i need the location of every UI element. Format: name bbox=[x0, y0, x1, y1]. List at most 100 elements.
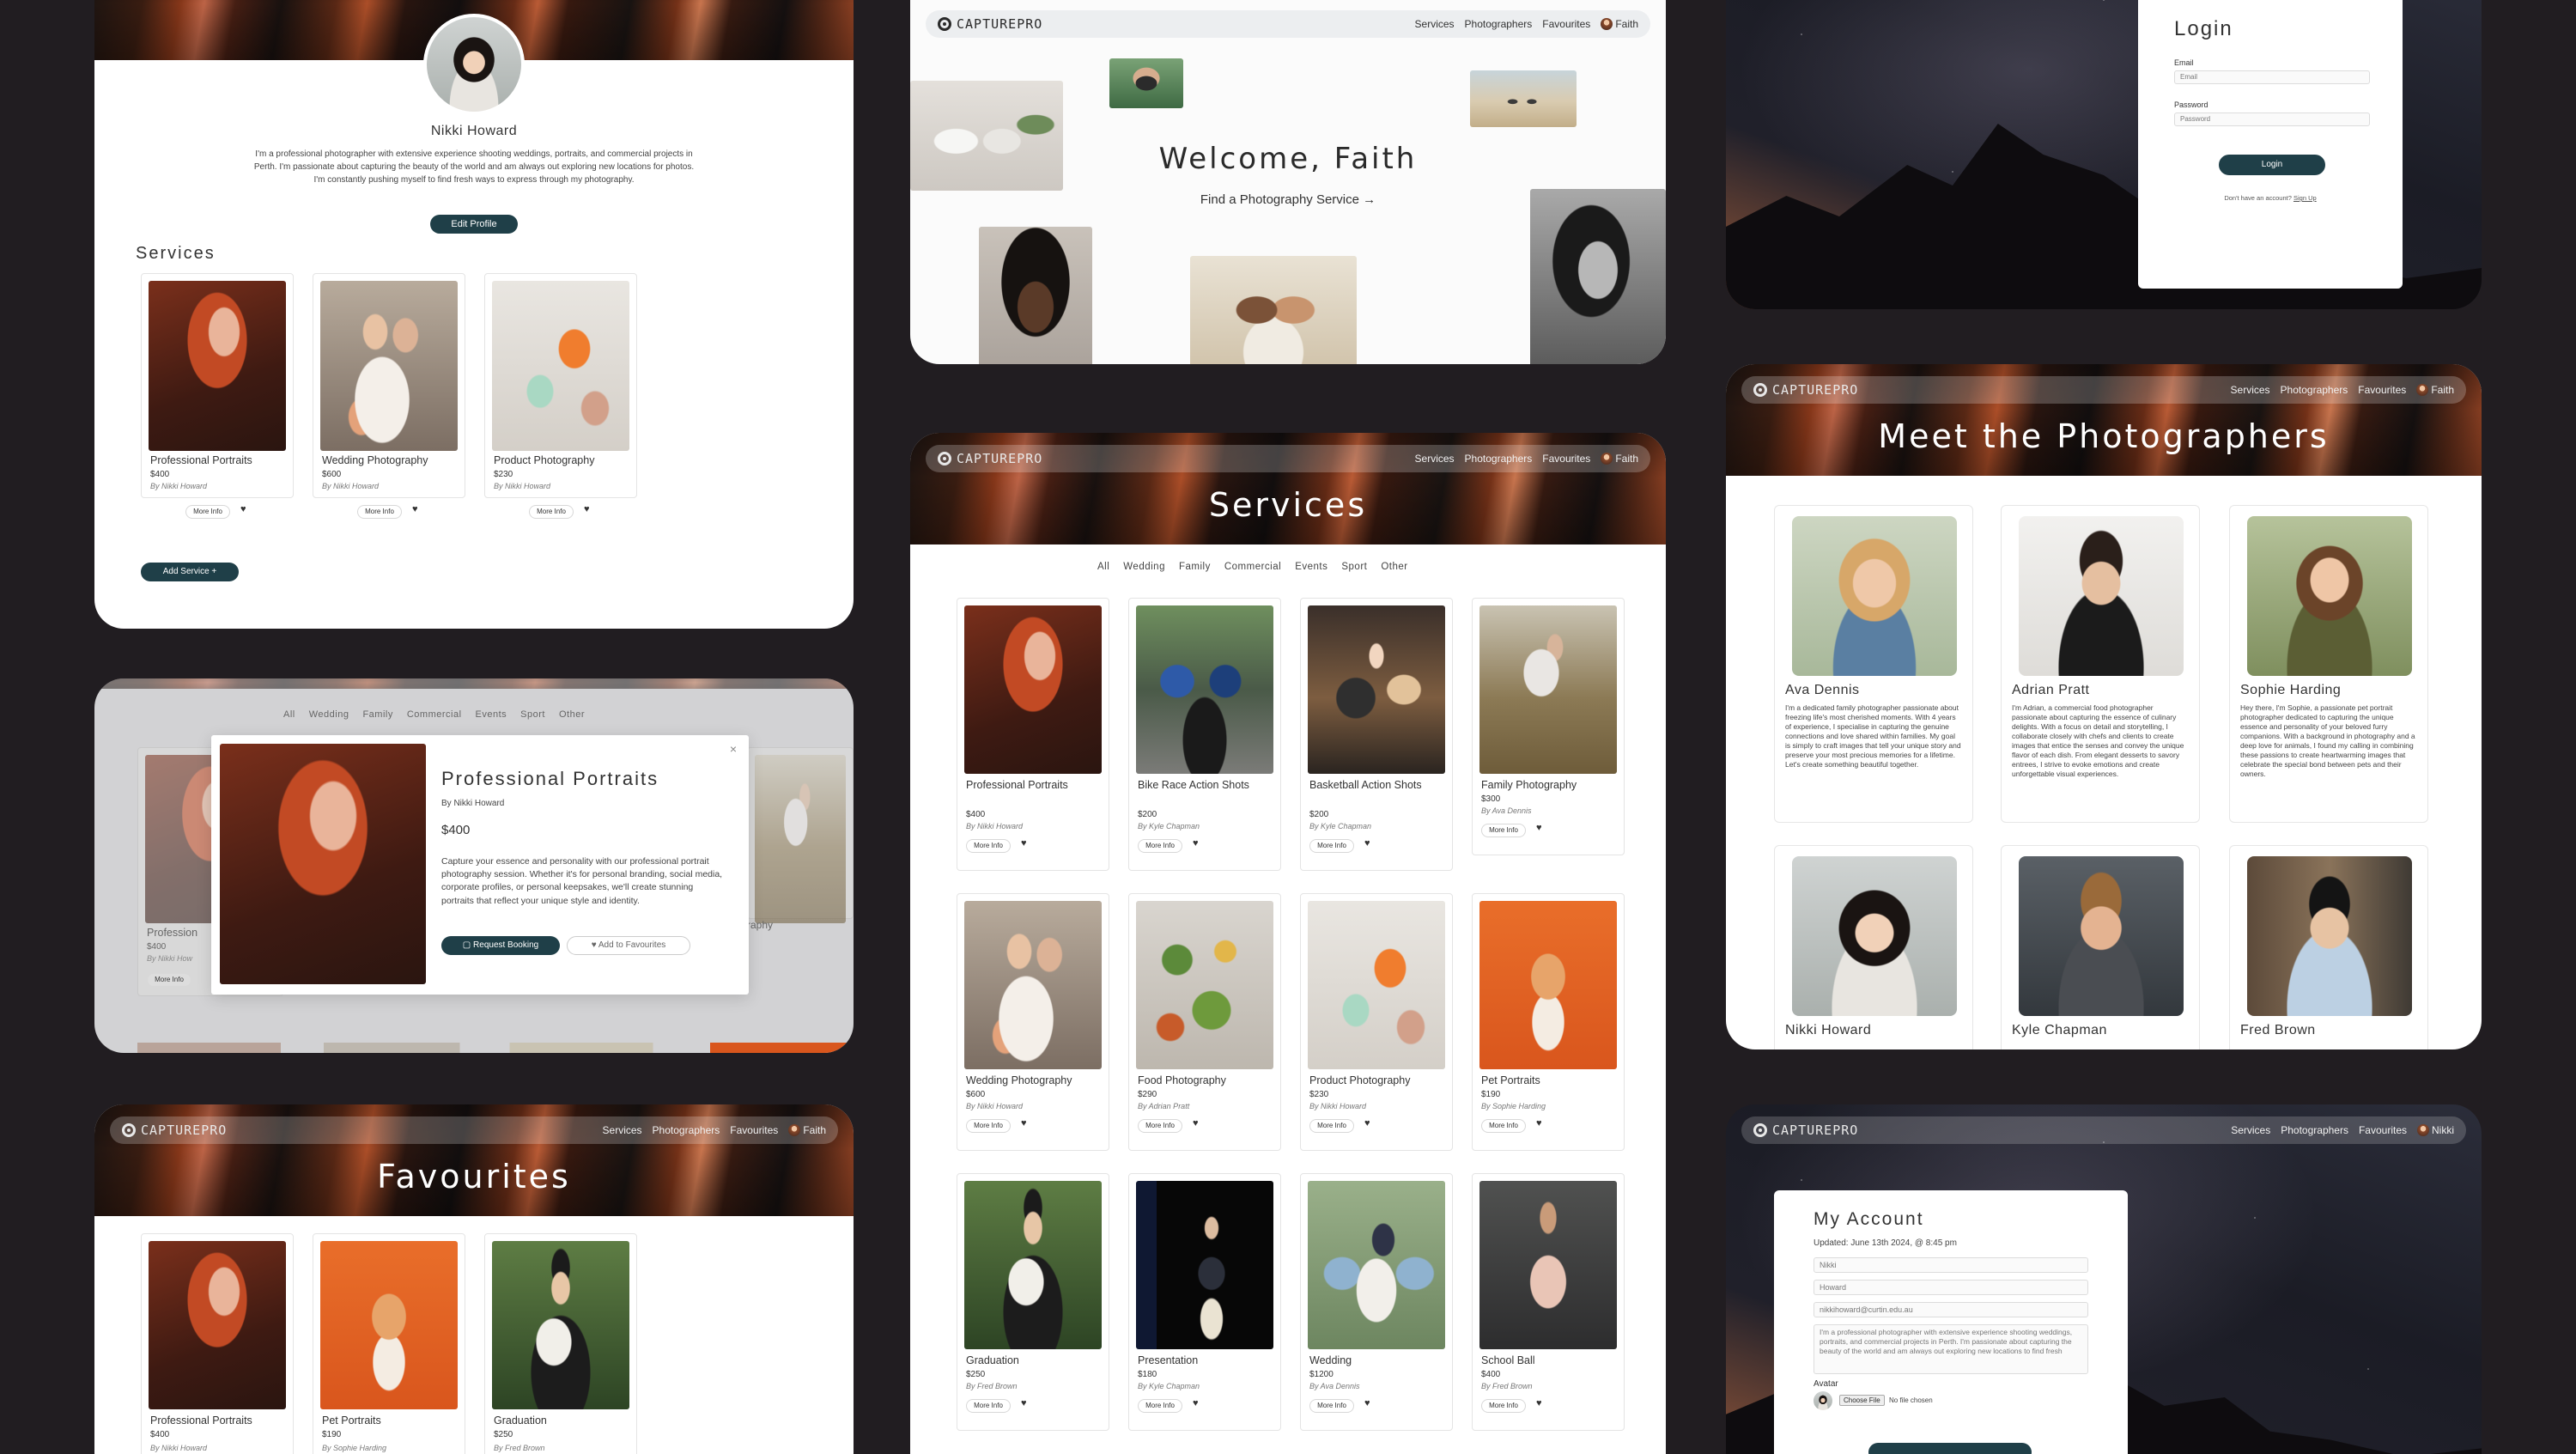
more-info-button[interactable]: More Info bbox=[966, 1399, 1011, 1413]
nav-user[interactable]: Faith bbox=[1601, 18, 1638, 31]
heart-icon[interactable]: ♥ bbox=[412, 504, 418, 514]
heart-icon[interactable]: ♥ bbox=[584, 504, 590, 514]
heart-icon[interactable]: ♥ bbox=[1021, 838, 1027, 849]
choose-file-button[interactable]: Choose File bbox=[1839, 1395, 1885, 1406]
more-info-button[interactable]: More Info bbox=[185, 505, 230, 519]
service-card[interactable]: School Ball $400 By Fred Brown More Info ♥ bbox=[1472, 1173, 1625, 1431]
more-info-button[interactable]: More Info bbox=[1309, 839, 1354, 853]
more-info-button[interactable]: More Info bbox=[966, 839, 1011, 853]
filter-item[interactable]: Family bbox=[1179, 562, 1211, 572]
more-info-button[interactable]: More Info bbox=[1309, 1119, 1354, 1133]
last-name-field[interactable]: Howard bbox=[1814, 1280, 2088, 1295]
favourite-card[interactable]: Pet Portraits $190 By Sophie Harding bbox=[313, 1233, 465, 1454]
service-card[interactable]: Professional Portraits $400 By Nikki Howar… bbox=[957, 598, 1109, 871]
profile-service-card[interactable]: Product Photography $230 By Nikki Howard bbox=[484, 273, 637, 498]
filter-item[interactable]: Other bbox=[1381, 562, 1407, 572]
filter-item[interactable]: Events bbox=[476, 709, 507, 720]
filter-item[interactable]: Wedding bbox=[309, 709, 349, 720]
service-card[interactable]: Pet Portraits $190 By Sophie Harding More I… bbox=[1472, 893, 1625, 1151]
service-card[interactable]: Basketball Action Shots $200 By Kyle Chapm… bbox=[1300, 598, 1453, 871]
more-info-button[interactable]: More Info bbox=[1309, 1399, 1354, 1413]
service-card[interactable]: Family Photography $300 By Ava Dennis More … bbox=[1472, 598, 1625, 855]
filter-item[interactable]: Commercial bbox=[407, 709, 462, 720]
more-info-button[interactable]: More Info bbox=[1481, 824, 1526, 837]
more-info-button[interactable]: More Info bbox=[1138, 839, 1182, 853]
filter-item[interactable]: Family bbox=[362, 709, 392, 720]
heart-icon[interactable]: ♥ bbox=[1364, 1118, 1370, 1129]
filter-item[interactable]: Commercial bbox=[1224, 562, 1281, 572]
service-card[interactable]: Graduation $250 By Fred Brown More Info ♥ bbox=[957, 1173, 1109, 1431]
heart-icon[interactable]: ♥ bbox=[1536, 1118, 1542, 1129]
service-card[interactable]: Product Photography $230 By Nikki Howard Mo… bbox=[1300, 893, 1453, 1151]
photographer-card[interactable]: Kyle Chapman bbox=[2001, 845, 2200, 1049]
nav-photographers[interactable]: Photographers bbox=[1465, 18, 1533, 30]
first-name-field[interactable]: Nikki bbox=[1814, 1257, 2088, 1273]
brand-logo[interactable]: CAPTUREPRO bbox=[122, 1122, 227, 1138]
filter-item[interactable]: Events bbox=[1295, 562, 1327, 572]
more-info-button[interactable]: More Info bbox=[1138, 1399, 1182, 1413]
find-service-link[interactable]: Find a Photography Service → bbox=[910, 192, 1666, 207]
favourite-card[interactable]: Graduation $250 By Fred Brown bbox=[484, 1233, 637, 1454]
nav-favourites[interactable]: Favourites bbox=[2359, 1124, 2407, 1136]
nav-services[interactable]: Services bbox=[2231, 384, 2270, 396]
photographer-card[interactable]: Sophie Harding Hey there, I'm Sophie, a p… bbox=[2229, 505, 2428, 823]
heart-icon[interactable]: ♥ bbox=[1193, 1398, 1199, 1408]
heart-icon[interactable]: ♥ bbox=[1364, 838, 1370, 849]
profile-service-card[interactable]: Wedding Photography $600 By Nikki Howard bbox=[313, 273, 465, 498]
photographer-card[interactable]: Nikki Howard bbox=[1774, 845, 1973, 1049]
heart-icon[interactable]: ♥ bbox=[1193, 1118, 1199, 1129]
filter-item[interactable]: Other bbox=[559, 709, 585, 720]
photographer-card[interactable]: Ava Dennis I'm a dedicated family photogr… bbox=[1774, 505, 1973, 823]
email-field[interactable]: nikkihoward@curtin.edu.au bbox=[1814, 1302, 2088, 1317]
nav-favourites[interactable]: Favourites bbox=[2358, 384, 2406, 396]
nav-photographers[interactable]: Photographers bbox=[653, 1124, 720, 1136]
heart-icon[interactable]: ♥ bbox=[1364, 1398, 1370, 1408]
nav-services[interactable]: Services bbox=[1415, 18, 1455, 30]
favourite-card[interactable]: Professional Portraits $400 By Nikki How… bbox=[141, 1233, 294, 1454]
filter-item[interactable]: Wedding bbox=[1123, 562, 1165, 572]
heart-icon[interactable]: ♥ bbox=[1021, 1118, 1027, 1129]
service-card[interactable]: Presentation $180 By Kyle Chapman More Info… bbox=[1128, 1173, 1281, 1431]
filter-item[interactable]: Sport bbox=[520, 709, 545, 720]
email-field[interactable]: Email bbox=[2174, 70, 2370, 84]
nav-favourites[interactable]: Favourites bbox=[1542, 453, 1590, 465]
nav-photographers[interactable]: Photographers bbox=[2281, 384, 2348, 396]
close-icon[interactable]: × bbox=[730, 742, 737, 756]
nav-user[interactable]: Nikki bbox=[2417, 1124, 2454, 1137]
edit-profile-button[interactable]: Edit Profile bbox=[430, 215, 518, 234]
service-card[interactable]: Food Photography $290 By Adrian Pratt More … bbox=[1128, 893, 1281, 1151]
heart-icon[interactable]: ♥ bbox=[1536, 823, 1542, 833]
add-favourite-button[interactable]: ♥ Add to Favourites bbox=[567, 936, 690, 955]
brand-logo[interactable]: CAPTUREPRO bbox=[1753, 382, 1858, 398]
heart-icon[interactable]: ♥ bbox=[1536, 1398, 1542, 1408]
brand-logo[interactable]: CAPTUREPRO bbox=[938, 16, 1042, 32]
filter-item[interactable]: All bbox=[1097, 562, 1109, 572]
photographer-card[interactable]: Fred Brown bbox=[2229, 845, 2428, 1049]
login-button[interactable]: Login bbox=[2219, 155, 2325, 175]
nav-user[interactable]: Faith bbox=[1601, 453, 1638, 465]
more-info-button[interactable]: More Info bbox=[529, 505, 574, 519]
signup-link[interactable]: Sign Up bbox=[2293, 194, 2317, 202]
nav-user[interactable]: Faith bbox=[788, 1124, 826, 1137]
nav-user[interactable]: Faith bbox=[2416, 384, 2454, 397]
request-booking-button[interactable]: ▢ Request Booking bbox=[441, 936, 560, 955]
nav-photographers[interactable]: Photographers bbox=[2281, 1124, 2348, 1136]
heart-icon[interactable]: ♥ bbox=[240, 504, 246, 514]
password-field[interactable]: Password bbox=[2174, 113, 2370, 126]
more-info-button[interactable]: More Info bbox=[1481, 1119, 1526, 1133]
service-card[interactable]: Wedding Photography $600 By Nikki Howard Mo… bbox=[957, 893, 1109, 1151]
heart-icon[interactable]: ♥ bbox=[1021, 1398, 1027, 1408]
nav-services[interactable]: Services bbox=[603, 1124, 642, 1136]
filter-item[interactable]: All bbox=[283, 709, 295, 720]
more-info-button[interactable]: More Info bbox=[966, 1119, 1011, 1133]
nav-favourites[interactable]: Favourites bbox=[730, 1124, 778, 1136]
nav-services[interactable]: Services bbox=[2231, 1124, 2270, 1136]
service-card[interactable]: Bike Race Action Shots $200 By Kyle Chapma… bbox=[1128, 598, 1281, 871]
save-button[interactable] bbox=[1868, 1443, 2032, 1454]
brand-logo[interactable]: CAPTUREPRO bbox=[1753, 1122, 1858, 1138]
heart-icon[interactable]: ♥ bbox=[1193, 838, 1199, 849]
more-info-button[interactable]: More Info bbox=[1138, 1119, 1182, 1133]
brand-logo[interactable]: CAPTUREPRO bbox=[938, 451, 1042, 466]
more-info-button[interactable]: More Info bbox=[357, 505, 402, 519]
nav-favourites[interactable]: Favourites bbox=[1542, 18, 1590, 30]
